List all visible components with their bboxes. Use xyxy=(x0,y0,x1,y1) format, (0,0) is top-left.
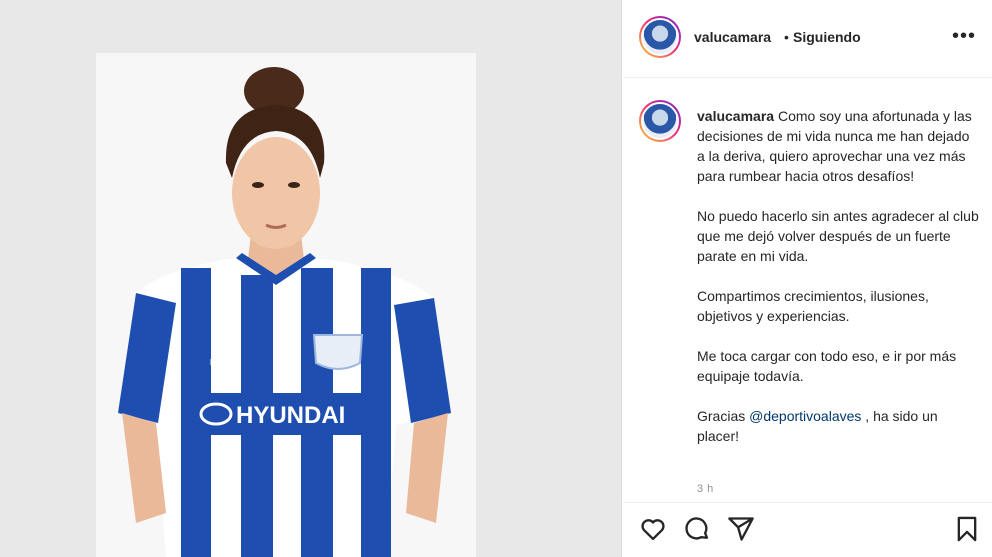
caption-paragraph: No puedo hacerlo sin antes agradecer al … xyxy=(697,208,979,264)
caption-avatar[interactable] xyxy=(639,100,681,142)
brand-text: KELME xyxy=(210,358,239,367)
more-horizontal-icon[interactable]: ••• xyxy=(952,26,976,46)
following-button[interactable]: Siguiendo xyxy=(793,29,861,45)
caption-paragraph: valucamara Como soy una afortunada y las… xyxy=(697,106,980,186)
post-photo[interactable]: HYUNDAI KELME xyxy=(96,53,476,557)
media-pane: HYUNDAI KELME xyxy=(0,0,622,557)
header-avatar[interactable] xyxy=(639,16,681,58)
caption-paragraph: Gracias @deportivoalaves , ha sido un pl… xyxy=(697,406,980,446)
post-side-panel: valucamara • Siguiendo ••• valucamara Co… xyxy=(623,0,992,557)
mention-link[interactable]: @deportivoalaves xyxy=(749,408,861,424)
caption-paragraph: Compartimos crecimientos, ilusiones, obj… xyxy=(697,288,929,324)
caption-username[interactable]: valucamara xyxy=(697,108,774,124)
bookmark-icon[interactable] xyxy=(953,515,981,543)
player-illustration: HYUNDAI KELME xyxy=(118,67,451,557)
closing-text: Gracias xyxy=(697,408,750,424)
comment-icon[interactable] xyxy=(683,515,711,543)
sponsor-text: HYUNDAI xyxy=(236,402,345,429)
share-icon[interactable] xyxy=(727,515,755,543)
post-caption: valucamara Como soy una afortunada y las… xyxy=(697,106,980,466)
post-timestamp[interactable]: 3 h xyxy=(697,483,714,495)
heart-icon[interactable] xyxy=(639,515,667,543)
caption-paragraph: Me toca cargar con todo eso, e ir por má… xyxy=(697,348,957,384)
header-username[interactable]: valucamara xyxy=(694,29,771,45)
header-separator: • xyxy=(784,29,789,45)
post-header: valucamara • Siguiendo ••• xyxy=(623,0,992,78)
action-bar xyxy=(623,502,992,557)
